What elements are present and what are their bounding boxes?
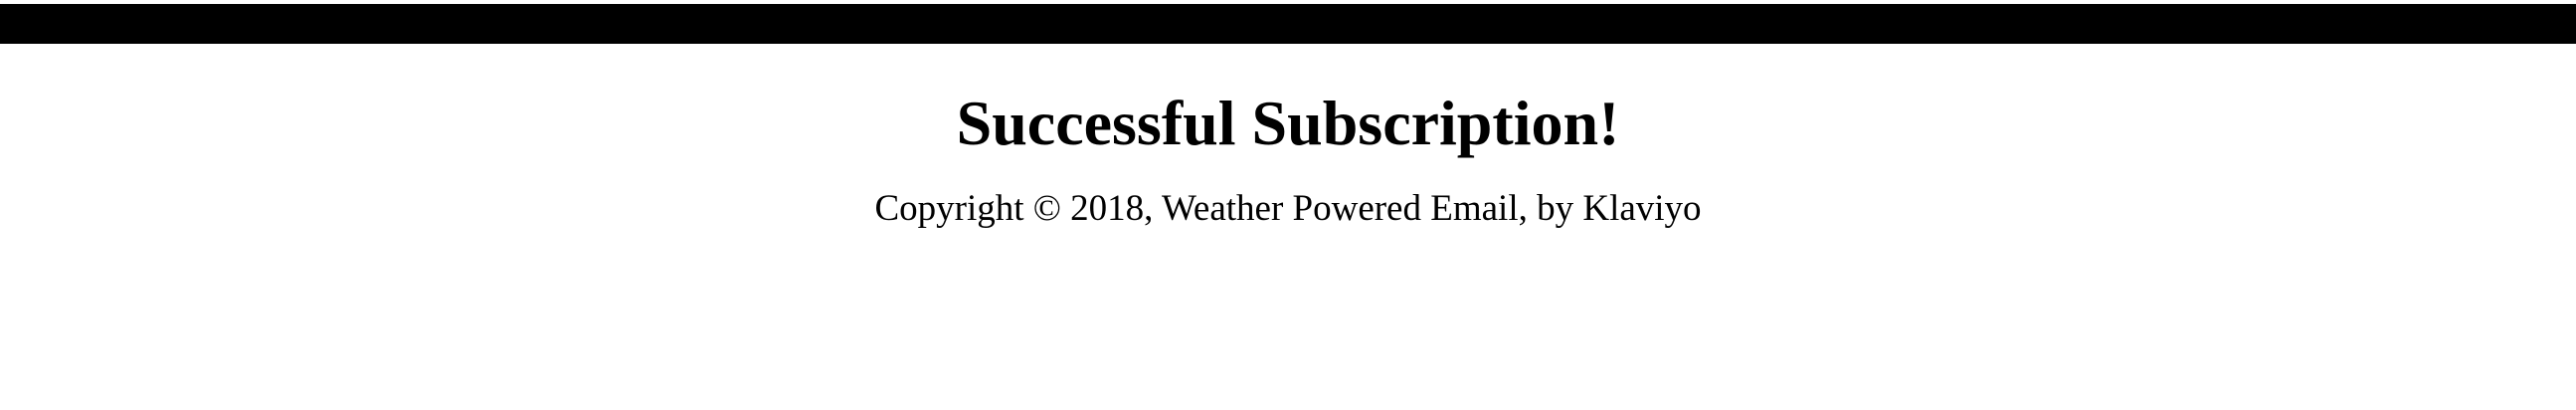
main-content: Successful Subscription! Copyright © 201…: [0, 44, 2576, 231]
top-black-bar: [0, 4, 2576, 44]
page-title: Successful Subscription!: [956, 88, 1620, 158]
copyright-text: Copyright © 2018, Weather Powered Email,…: [874, 188, 1702, 229]
